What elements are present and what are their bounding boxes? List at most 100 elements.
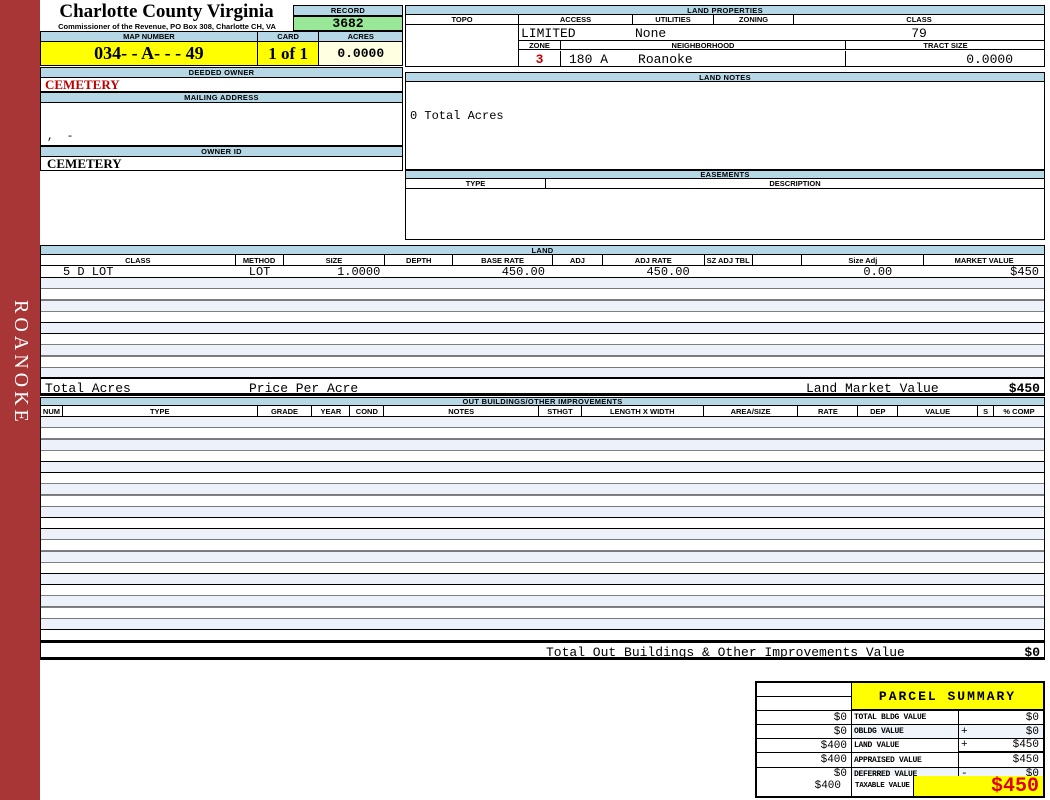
- sidebar: ROANOKE: [0, 0, 40, 800]
- ps-value-0: $0: [1025, 711, 1039, 724]
- ob-col-value: VALUE: [898, 406, 979, 416]
- ob-col-pct-comp: % COMP: [1003, 406, 1035, 416]
- ob-col-type: TYPE: [63, 406, 258, 416]
- land-col-method: METHOD: [236, 255, 284, 265]
- owner-id-value: CEMETERY: [40, 156, 403, 171]
- topo-value: [406, 25, 519, 66]
- easements-header-row: TYPE DESCRIPTION: [405, 179, 1045, 189]
- mailing-address-box: , -: [40, 103, 403, 146]
- neighborhood-code: 180 A: [569, 51, 609, 67]
- land-col-class: CLASS: [41, 255, 236, 265]
- ob-col-cond: COND: [350, 406, 385, 416]
- ps-valuezone-3: $450: [959, 753, 1043, 768]
- tract-size-value: 0.0000: [966, 51, 1013, 67]
- land-empty-rows: [40, 278, 1045, 377]
- ob-col-area-size: AREA/SIZE: [704, 406, 799, 416]
- ps-title: PARCEL SUMMARY: [852, 683, 1043, 711]
- record-label: RECORD: [293, 5, 403, 16]
- ps-taxable-value: $450: [914, 775, 1043, 798]
- out-buildings-empty-rows: [40, 417, 1045, 641]
- land-col-size-adj: Size Adj: [802, 255, 925, 265]
- mailing-address-line: , -: [47, 131, 74, 143]
- easement-type-label: TYPE: [406, 179, 546, 188]
- acres-label: ACRES: [319, 32, 402, 41]
- deeded-owner-value: CEMETERY: [40, 77, 403, 92]
- ps-valuezone-0: $0: [959, 711, 1043, 725]
- land-cell-market-value: $450: [1010, 266, 1039, 277]
- map-header-row: MAP NUMBER CARD ACRES: [40, 31, 403, 42]
- map-value-row: 034- - A- - - 49 1 of 1 0.0000: [40, 42, 403, 66]
- utilities-value: None: [635, 26, 667, 41]
- land-cell-base-rate: 450.00: [501, 266, 545, 277]
- easement-description-label: DESCRIPTION: [769, 179, 821, 188]
- land-col-size: SIZE: [284, 255, 386, 265]
- mailing-address-label: MAILING ADDRESS: [40, 92, 403, 103]
- land-cell-depth: [385, 266, 453, 277]
- land-cell-size-adj: 0.00: [863, 266, 893, 277]
- ps-taxable-prior: $400: [757, 776, 852, 796]
- ps-valuezone-2: + $450: [959, 739, 1043, 753]
- land-cell-size: 1.0000: [337, 266, 381, 277]
- land-col-depth: DEPTH: [385, 255, 454, 265]
- land-cell-sz-adj-tbl: [705, 266, 753, 277]
- utilities-label: UTILITIES: [633, 15, 714, 25]
- ps-valuezone-1: + $0: [959, 725, 1043, 739]
- ps-value-1: $0: [1025, 725, 1039, 738]
- out-buildings-total-label: Total Out Buildings & Other Improvements…: [546, 645, 905, 660]
- ob-col-grade: GRADE: [258, 406, 313, 416]
- land-market-value: $450: [1008, 381, 1040, 396]
- county-title: Charlotte County Virginia: [59, 1, 274, 22]
- topo-label: TOPO: [406, 15, 519, 25]
- ps-label-2: LAND VALUE: [852, 739, 959, 753]
- price-per-acre-label: Price Per Acre: [249, 381, 359, 396]
- record-value: 3682: [293, 16, 403, 31]
- class-label: CLASS: [794, 15, 1044, 25]
- ps-prior-2: $400: [757, 739, 852, 753]
- sidebar-district-label: ROANOKE: [10, 300, 32, 426]
- ps-prior-0: $0: [757, 711, 852, 725]
- land-notes-title: LAND NOTES: [405, 72, 1045, 82]
- zone-subtable: ZONE NEIGHBORHOOD TRACT SIZE 3 180 A Roa…: [519, 40, 1045, 67]
- ob-col-num: NUM: [41, 406, 63, 416]
- out-buildings-total-row: Total Out Buildings & Other Improvements…: [40, 641, 1045, 660]
- ob-col-sthgt: STHGT: [539, 406, 582, 416]
- out-buildings-total-value: $0: [1024, 645, 1040, 660]
- land-cell-class: 5 D LOT: [63, 266, 114, 277]
- land-notes-box: 0 Total Acres: [405, 82, 1045, 170]
- land-properties-box: TOPO ACCESS UTILITIES ZONING CLASS LIMIT…: [405, 15, 1045, 67]
- map-number-value: 034- - A- - - 49: [41, 42, 258, 65]
- land-cell-adj: [553, 266, 603, 277]
- neighborhood-name: Roanoke: [638, 51, 693, 67]
- access-value: LIMITED: [521, 26, 576, 41]
- tract-size-label: TRACT SIZE: [846, 41, 1045, 50]
- ps-value-2: $450: [1012, 739, 1039, 751]
- ps-header-left-top: [757, 683, 852, 697]
- access-label: ACCESS: [519, 15, 633, 25]
- land-total-row: Total Acres Price Per Acre Land Market V…: [40, 377, 1045, 396]
- land-properties-title: LAND PROPERTIES: [405, 5, 1045, 15]
- land-col-adj: ADJ: [553, 255, 603, 265]
- ob-col-s: S: [978, 406, 995, 416]
- ps-op-1: +: [961, 725, 968, 738]
- card-value: 1 of 1: [257, 42, 320, 65]
- ob-col-rate: RATE: [798, 406, 859, 416]
- zoning-label: ZONING: [714, 15, 794, 25]
- parcel-summary: PARCEL SUMMARY $0 TOTAL BLDG VALUE $0 $0…: [755, 681, 1045, 798]
- ps-label-0: TOTAL BLDG VALUE: [852, 711, 959, 725]
- neighborhood-label: NEIGHBORHOOD: [561, 41, 846, 50]
- card-label: CARD: [257, 32, 320, 41]
- ps-value-3: $450: [1012, 754, 1039, 766]
- land-title: LAND: [40, 245, 1045, 255]
- neighborhood-value: 180 A Roanoke: [561, 51, 846, 67]
- ps-header-left-bottom: [757, 697, 852, 711]
- ps-taxable-label: TAXABLE VALUE: [852, 776, 914, 796]
- ps-label-3: APPRAISED VALUE: [852, 753, 959, 768]
- easements-title: EASEMENTS: [405, 170, 1045, 179]
- class-value: 79: [911, 26, 927, 41]
- zone-value: 3: [519, 51, 561, 67]
- land-market-value-label: Land Market Value: [806, 381, 939, 396]
- land-data-row: 5 D LOT LOT 1.0000 450.00 450.00 0.00 $4…: [40, 266, 1045, 278]
- land-col-sz-adj-tbl: SZ ADJ TBL: [705, 255, 753, 265]
- ob-col-notes: NOTES: [384, 406, 539, 416]
- property-record-card: ROANOKE Charlotte County Virginia Commis…: [0, 0, 1050, 800]
